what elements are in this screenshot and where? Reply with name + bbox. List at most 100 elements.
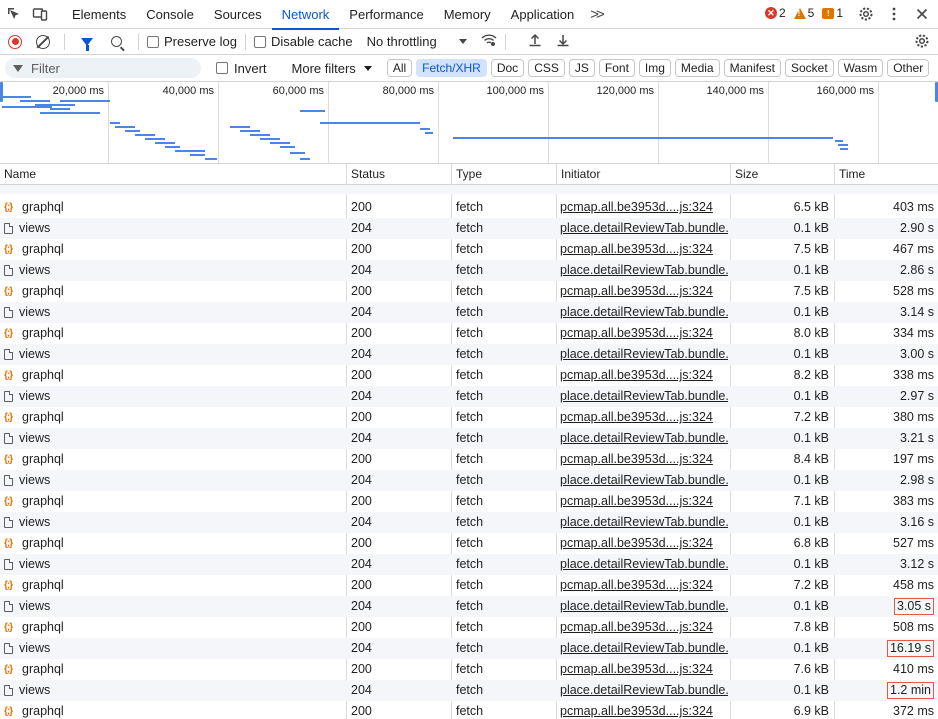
table-row[interactable]: {;} graphql 200 fetch pcmap.all.be3953d....j… (0, 323, 938, 344)
export-har-icon[interactable] (556, 33, 570, 50)
cell-name[interactable]: views (4, 428, 344, 449)
cell-name[interactable]: {;} graphql (4, 701, 344, 719)
cell-initiator-link[interactable]: place.detailReviewTab.bundle. (560, 386, 728, 407)
cell-initiator-link[interactable]: pcmap.all.be3953d....js:324 (560, 449, 728, 470)
table-row-partial[interactable] (0, 185, 938, 194)
cell-name[interactable]: views (4, 596, 344, 617)
column-header-time[interactable]: Time (835, 164, 865, 185)
cell-initiator-link[interactable]: pcmap.all.be3953d....js:324 (560, 701, 728, 719)
network-conditions-icon[interactable] (481, 33, 497, 50)
column-header-name[interactable]: Name (0, 164, 36, 185)
tab-console[interactable]: Console (136, 0, 204, 29)
table-row[interactable]: {;} graphql 200 fetch pcmap.all.be3953d....j… (0, 407, 938, 428)
cell-name[interactable]: views (4, 638, 344, 659)
cell-name[interactable]: {;} graphql (4, 491, 344, 512)
table-row[interactable]: views 204 fetch place.detailReviewTab.bundl… (0, 512, 938, 533)
tab-elements[interactable]: Elements (62, 0, 136, 29)
table-row[interactable]: {;} graphql 200 fetch pcmap.all.be3953d....j… (0, 575, 938, 596)
column-header-status[interactable]: Status (347, 164, 385, 185)
filter-chip-js[interactable]: JS (568, 59, 595, 77)
tab-memory[interactable]: Memory (434, 0, 501, 29)
cell-initiator-link[interactable]: pcmap.all.be3953d....js:324 (560, 197, 728, 218)
cell-name[interactable]: {;} graphql (4, 659, 344, 680)
tab-application[interactable]: Application (501, 0, 585, 29)
cell-initiator-link[interactable]: place.detailReviewTab.bundle. (560, 260, 728, 281)
network-settings-gear-icon[interactable] (914, 33, 930, 54)
cell-initiator-link[interactable]: place.detailReviewTab.bundle. (560, 554, 728, 575)
cell-name[interactable]: views (4, 218, 344, 239)
table-row[interactable]: {;} graphql 200 fetch pcmap.all.be3953d....j… (0, 239, 938, 260)
more-options-icon[interactable] (884, 4, 904, 24)
cell-initiator-link[interactable]: place.detailReviewTab.bundle. (560, 680, 728, 701)
cell-initiator-link[interactable]: pcmap.all.be3953d....js:324 (560, 407, 728, 428)
filter-chip-img[interactable]: Img (638, 59, 671, 77)
table-row[interactable]: views 204 fetch place.detailReviewTab.bundl… (0, 386, 938, 407)
table-row[interactable]: {;} graphql 200 fetch pcmap.all.be3953d....j… (0, 491, 938, 512)
tab-sources[interactable]: Sources (204, 0, 272, 29)
cell-name[interactable]: views (4, 344, 344, 365)
cell-name[interactable]: {;} graphql (4, 197, 344, 218)
cell-initiator-link[interactable]: place.detailReviewTab.bundle. (560, 344, 728, 365)
table-row[interactable]: views 204 fetch place.detailReviewTab.bundl… (0, 596, 938, 617)
checkbox-box[interactable] (147, 35, 159, 48)
filter-chip-manifest[interactable]: Manifest (723, 59, 781, 77)
cell-initiator-link[interactable]: pcmap.all.be3953d....js:324 (560, 575, 728, 596)
table-row[interactable]: views 204 fetch place.detailReviewTab.bundl… (0, 470, 938, 491)
table-row[interactable]: {;} graphql 200 fetch pcmap.all.be3953d....j… (0, 701, 938, 719)
filter-input[interactable]: Filter (5, 58, 201, 78)
cell-initiator-link[interactable]: pcmap.all.be3953d....js:324 (560, 281, 728, 302)
filter-funnel-icon[interactable] (81, 37, 93, 51)
cell-name[interactable]: {;} graphql (4, 575, 344, 596)
cell-initiator-link[interactable]: pcmap.all.be3953d....js:324 (560, 239, 728, 260)
cell-initiator-link[interactable]: pcmap.all.be3953d....js:324 (560, 533, 728, 554)
clear-log-button[interactable] (36, 34, 50, 49)
settings-gear-icon[interactable] (856, 4, 876, 24)
import-har-icon[interactable] (528, 33, 542, 50)
table-row[interactable]: views 204 fetch place.detailReviewTab.bundl… (0, 302, 938, 323)
cell-name[interactable]: {;} graphql (4, 407, 344, 428)
table-row[interactable]: {;} graphql 200 fetch pcmap.all.be3953d....j… (0, 365, 938, 386)
table-row[interactable]: {;} graphql 200 fetch pcmap.all.be3953d....j… (0, 449, 938, 470)
table-row[interactable]: views 204 fetch place.detailReviewTab.bundl… (0, 344, 938, 365)
cell-initiator-link[interactable]: place.detailReviewTab.bundle. (560, 302, 728, 323)
cell-name[interactable]: {;} graphql (4, 365, 344, 386)
cell-initiator-link[interactable]: place.detailReviewTab.bundle. (560, 512, 728, 533)
filter-chip-doc[interactable]: Doc (490, 59, 525, 77)
column-header-type[interactable]: Type (452, 164, 482, 185)
stop-recording-button[interactable] (8, 34, 22, 49)
cell-name[interactable]: {;} graphql (4, 239, 344, 260)
throttling-select[interactable]: No throttling (367, 34, 467, 49)
cell-initiator-link[interactable]: place.detailReviewTab.bundle. (560, 218, 728, 239)
filter-chip-wasm[interactable]: Wasm (837, 59, 884, 77)
filter-chip-fetch-xhr[interactable]: Fetch/XHR (416, 59, 487, 77)
column-header-initiator[interactable]: Initiator (557, 164, 600, 185)
more-filters-dropdown[interactable]: More filters (292, 61, 372, 76)
cell-initiator-link[interactable]: pcmap.all.be3953d....js:324 (560, 491, 728, 512)
cell-name[interactable]: views (4, 260, 344, 281)
filter-chip-media[interactable]: Media (674, 59, 720, 77)
table-row[interactable]: views 204 fetch place.detailReviewTab.bundl… (0, 260, 938, 281)
column-header-size[interactable]: Size (731, 164, 758, 185)
cell-name[interactable]: views (4, 680, 344, 701)
filter-chip-font[interactable]: Font (598, 59, 635, 77)
more-tabs-chevron-icon[interactable]: >> (584, 6, 608, 23)
issue-counter[interactable]: ! 1 (822, 6, 843, 20)
cell-initiator-link[interactable]: place.detailReviewTab.bundle. (560, 470, 728, 491)
error-counter[interactable]: ✕ 2 (764, 6, 786, 20)
cell-name[interactable]: views (4, 470, 344, 491)
filter-chip-css[interactable]: CSS (528, 59, 565, 77)
cell-initiator-link[interactable]: place.detailReviewTab.bundle. (560, 428, 728, 449)
disable-cache-checkbox[interactable]: Disable cache (253, 34, 353, 49)
table-row[interactable]: {;} graphql 200 fetch pcmap.all.be3953d....j… (0, 281, 938, 302)
warning-counter[interactable]: 5 (793, 6, 814, 20)
table-row[interactable]: views 204 fetch place.detailReviewTab.bundl… (0, 554, 938, 575)
network-overview-timeline[interactable]: 20,000 ms 40,000 ms 60,000 ms 80,000 ms 100,… (0, 82, 938, 164)
cell-initiator-link[interactable]: pcmap.all.be3953d....js:324 (560, 659, 728, 680)
cell-name[interactable]: {;} graphql (4, 533, 344, 554)
cell-name[interactable]: views (4, 554, 344, 575)
filter-chip-all[interactable]: All (386, 59, 413, 77)
checkbox-box[interactable] (253, 35, 266, 48)
filter-chip-other[interactable]: Other (887, 59, 930, 77)
checkbox-box[interactable] (216, 62, 228, 74)
cell-initiator-link[interactable]: place.detailReviewTab.bundle. (560, 596, 728, 617)
